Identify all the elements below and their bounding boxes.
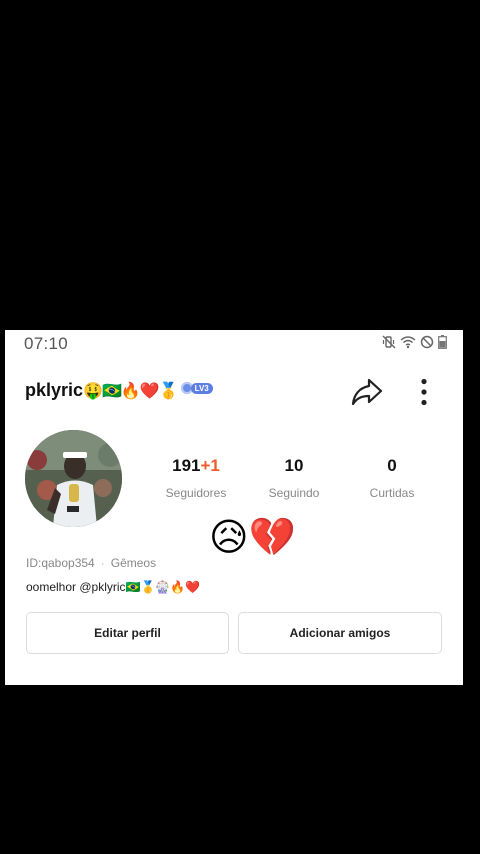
followers-label: Seguidores: [165, 486, 227, 500]
followers-value: 191: [172, 456, 201, 475]
username-text: pklyric: [25, 380, 84, 400]
user-id: ID:qabop354: [26, 556, 95, 570]
level-badge-label: LV3: [190, 382, 213, 394]
wifi-icon: [400, 335, 416, 354]
edit-profile-button[interactable]: Editar perfil: [26, 612, 229, 654]
profile-header: pklyric🤑🇧🇷🔥❤️🥇 LV3: [5, 370, 463, 414]
likes-count: 0: [387, 456, 397, 475]
following-label: Seguindo: [268, 486, 320, 500]
status-time: 07:10: [24, 334, 69, 353]
username: pklyric🤑🇧🇷🔥❤️🥇 LV3: [25, 380, 213, 401]
battery-icon: [438, 335, 447, 354]
separator: ·: [100, 556, 105, 570]
app-screen: 07:10 pklyric🤑🇧🇷🔥❤️🥇 LV3 191+1 Seguidore…: [5, 330, 463, 685]
zodiac-sign: Gêmeos: [110, 556, 157, 570]
more-vertical-icon: [421, 378, 427, 406]
following-stat[interactable]: 10 Seguindo: [259, 456, 329, 500]
status-icons: [382, 335, 447, 354]
bio: oomelhor @pklyric🇧🇷🥇🎡🔥❤️: [26, 580, 201, 594]
avatar[interactable]: [25, 430, 122, 527]
share-button[interactable]: [349, 374, 385, 410]
share-arrow-icon: [351, 378, 383, 406]
add-friends-button[interactable]: Adicionar amigos: [238, 612, 442, 654]
following-count: 10: [284, 456, 304, 475]
do-not-disturb-icon: [420, 335, 434, 354]
mood-emojis: 😥💔: [209, 517, 296, 559]
username-emojis: 🤑🇧🇷🔥❤️🥇: [83, 383, 179, 400]
status-bar: 07:10: [5, 330, 463, 358]
likes-label: Curtidas: [369, 486, 415, 500]
likes-stat[interactable]: 0 Curtidas: [357, 456, 427, 500]
followers-count: 191+1: [161, 456, 231, 476]
mute-vibrate-icon: [382, 335, 396, 354]
followers-stat[interactable]: 191+1 Seguidores: [161, 456, 231, 500]
id-line: ID:qabop354 · Gêmeos: [26, 556, 156, 570]
more-options-button[interactable]: [411, 374, 437, 410]
level-badge: LV3: [180, 382, 213, 394]
followers-increase: +1: [200, 456, 220, 475]
